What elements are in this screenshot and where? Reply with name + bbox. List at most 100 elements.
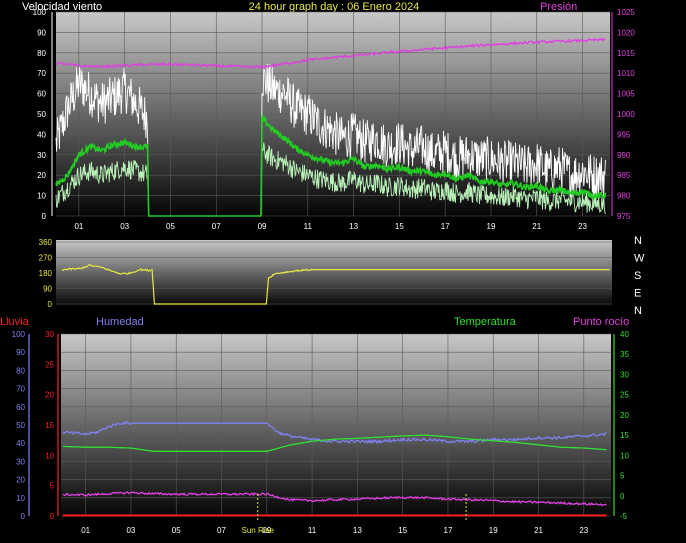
temperature-y-tick: 25 [620, 391, 629, 400]
temperature-y-axis: -5 0 5 10 15 20 25 30 35 40 [613, 330, 629, 521]
wind-y-tick: 10 [37, 192, 46, 201]
compass-label-n: N [634, 305, 642, 317]
rain-y-tick: 30 [45, 330, 54, 339]
temperature-y-tick: 15 [620, 431, 629, 440]
rain-y-tick: 10 [45, 451, 54, 460]
rain-title: Lluvia [0, 316, 30, 328]
wind-x-tick: 07 [212, 222, 221, 231]
pressure-y-tick: 980 [617, 192, 631, 201]
compass-label-n: N [634, 235, 642, 247]
wind-x-tick: 15 [395, 222, 404, 231]
wind-x-tick: 03 [120, 222, 129, 231]
temperature-x-tick: 11 [308, 526, 317, 535]
humidity-y-tick: 30 [16, 457, 25, 466]
wind-x-tick: 11 [304, 222, 313, 231]
temperature-y-tick: 5 [620, 472, 625, 481]
wind-x-tick: 09 [258, 222, 267, 231]
wind-panel: 0102030405060708090100 97598098599099510… [33, 8, 636, 231]
temperature-y-tick: 40 [620, 330, 629, 339]
humidity-y-tick: 10 [16, 494, 25, 503]
temperature-x-tick: 23 [579, 526, 588, 535]
wind-x-tick: 21 [532, 222, 541, 231]
chart-date-title: 24 hour graph day : 06 Enero 2024 [249, 1, 420, 13]
temperature-x-tick: 21 [534, 526, 543, 535]
compass-labels: NWSEN [634, 235, 645, 317]
wind-y-tick: 90 [37, 28, 46, 37]
temperature-x-tick: 17 [444, 526, 453, 535]
temperature-x-tick: 15 [398, 526, 407, 535]
pressure-y-tick: 1000 [617, 110, 635, 119]
temperature-y-tick: 35 [620, 350, 629, 359]
wind-x-axis: 01 03 05 07 09 11 13 15 17 19 21 23 [74, 222, 587, 231]
temperature-x-tick: 03 [126, 526, 135, 535]
rain-y-axis: 0 5 10 15 20 25 30 [45, 330, 59, 521]
wind-x-tick: 01 [74, 222, 83, 231]
pressure-y-tick: 995 [617, 130, 631, 139]
temperature-x-tick: 05 [172, 526, 181, 535]
humidity-y-tick: 20 [16, 476, 25, 485]
humidity-y-tick: 40 [16, 439, 25, 448]
wind-y-tick: 40 [37, 130, 46, 139]
direction-y-tick: 0 [48, 300, 53, 309]
wind-y-tick: 0 [42, 212, 47, 221]
humidity-y-axis: 0 10 20 30 40 50 60 70 80 90 100 [12, 330, 30, 521]
humidity-y-tick: 80 [16, 366, 25, 375]
humidity-y-tick: 60 [16, 403, 25, 412]
wind-y-tick: 50 [37, 110, 46, 119]
wind-x-tick: 13 [349, 222, 358, 231]
compass-label-w: W [634, 253, 645, 265]
direction-y-axis: 0 90 180 270 360 [39, 238, 53, 309]
temperature-panel: 0102030405060708090100 051015202530 -505… [12, 330, 630, 535]
temperature-title: Temperatura [454, 316, 517, 328]
rain-y-tick: 25 [45, 360, 54, 369]
pressure-y-tick: 1015 [617, 49, 635, 58]
temperature-x-tick: 13 [353, 526, 362, 535]
humidity-y-tick: 90 [16, 348, 25, 357]
temperature-y-tick: 10 [620, 451, 629, 460]
rain-y-tick: 0 [50, 512, 55, 521]
wind-y-tick: 20 [37, 171, 46, 180]
temperature-x-axis: 01 03 05 07 09 11 13 15 17 19 21 23 [81, 526, 589, 535]
rain-y-tick: 15 [45, 421, 54, 430]
direction-y-tick: 360 [39, 238, 53, 247]
rain-y-tick: 20 [45, 391, 54, 400]
wind-y-tick: 80 [37, 49, 46, 58]
dewpoint-title: Punto rocío [573, 316, 629, 328]
wind-y-tick: 30 [37, 151, 46, 160]
wind-y-tick: 100 [33, 8, 47, 17]
direction-panel: 090180270360 NWSEN [39, 235, 645, 317]
compass-label-s: S [634, 270, 641, 282]
pressure-y-tick: 975 [617, 212, 631, 221]
direction-y-tick: 270 [39, 254, 53, 263]
pressure-y-tick: 990 [617, 151, 631, 160]
weather-graph: Velocidad viento 24 hour graph day : 06 … [0, 1, 645, 535]
wind-x-tick: 23 [578, 222, 587, 231]
temperature-x-tick: 01 [81, 526, 90, 535]
temperature-x-tick: 19 [489, 526, 498, 535]
pressure-y-tick: 1025 [617, 8, 635, 17]
compass-label-e: E [634, 288, 641, 300]
wind-x-tick: 05 [166, 222, 175, 231]
wind-y-tick: 60 [37, 90, 46, 99]
sunrise-label: Sun Rise [242, 526, 275, 535]
humidity-title: Humedad [96, 316, 144, 328]
temperature-y-tick: -5 [620, 512, 628, 521]
temperature-y-tick: 0 [620, 492, 625, 501]
pressure-y-axis: 975 980 985 990 995 1000 1005 1010 1015 1020 1025 [611, 8, 635, 221]
temperature-y-tick: 30 [620, 370, 629, 379]
rain-y-tick: 5 [50, 482, 55, 491]
humidity-y-tick: 100 [12, 330, 26, 339]
wind-x-tick: 17 [441, 222, 450, 231]
temperature-x-tick: 07 [217, 526, 226, 535]
pressure-y-tick: 1005 [617, 90, 635, 99]
humidity-y-tick: 70 [16, 385, 25, 394]
wind-y-tick: 70 [37, 69, 46, 78]
wind-y-axis: 0 10 20 30 40 50 60 70 80 90 100 [33, 8, 53, 221]
pressure-y-tick: 1020 [617, 28, 635, 37]
wind-x-tick: 19 [487, 222, 496, 231]
direction-y-tick: 90 [43, 285, 52, 294]
pressure-title: Presión [540, 1, 577, 13]
humidity-y-tick: 0 [21, 512, 26, 521]
direction-y-tick: 180 [39, 269, 53, 278]
temperature-y-tick: 20 [620, 411, 629, 420]
